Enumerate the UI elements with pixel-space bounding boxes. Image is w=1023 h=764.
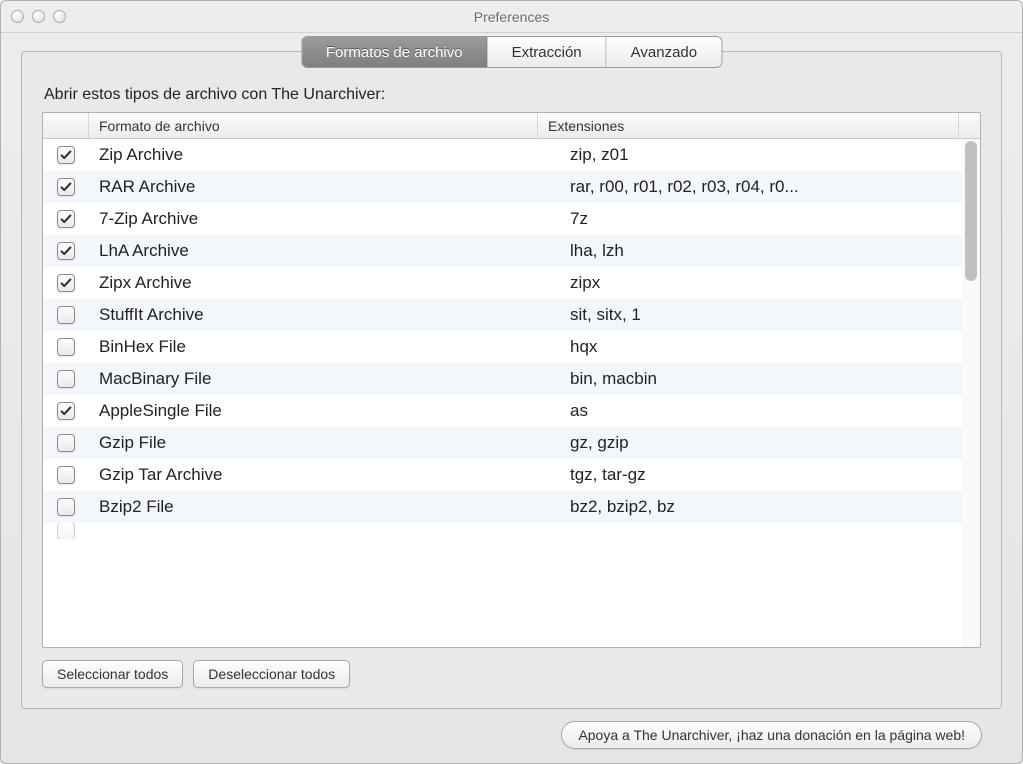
- deselect-all-button[interactable]: Deseleccionar todos: [193, 660, 350, 688]
- row-checkbox[interactable]: [57, 274, 75, 292]
- row-extensions: as: [560, 401, 980, 421]
- row-extensions: bin, macbin: [560, 369, 980, 389]
- row-checkbox-cell: [43, 146, 89, 164]
- row-checkbox[interactable]: [57, 242, 75, 260]
- row-extensions: gz, gzip: [560, 433, 980, 453]
- table-row[interactable]: StuffIt Archivesit, sitx, 1: [43, 299, 980, 331]
- table-row[interactable]: MacBinary Filebin, macbin: [43, 363, 980, 395]
- row-format-name: Bzip2 File: [89, 497, 560, 517]
- row-checkbox[interactable]: [57, 498, 75, 516]
- row-checkbox-cell: [43, 338, 89, 356]
- table-body: Zip Archivezip, z01RAR Archiverar, r00, …: [43, 139, 980, 647]
- table-header: Formato de archivo Extensiones: [43, 113, 980, 139]
- row-format-name: StuffIt Archive: [89, 305, 560, 325]
- row-extensions: sit, sitx, 1: [560, 305, 980, 325]
- tab-advanced[interactable]: Avanzado: [607, 37, 721, 67]
- row-checkbox-cell: [43, 370, 89, 388]
- select-all-button[interactable]: Seleccionar todos: [42, 660, 183, 688]
- row-format-name: Gzip File: [89, 433, 560, 453]
- row-checkbox-cell: [43, 274, 89, 292]
- tab-file-formats[interactable]: Formatos de archivo: [302, 37, 488, 67]
- row-extensions: bz2, bzip2, bz: [560, 497, 980, 517]
- row-checkbox-cell: [43, 498, 89, 516]
- row-checkbox-cell: [43, 402, 89, 420]
- scrollbar-thumb[interactable]: [965, 141, 977, 281]
- row-format-name: AppleSingle File: [89, 401, 560, 421]
- row-format-name: MacBinary File: [89, 369, 560, 389]
- row-extensions: rar, r00, r01, r02, r03, r04, r0...: [560, 177, 980, 197]
- close-icon[interactable]: [11, 10, 24, 23]
- table-row[interactable]: BinHex Filehqx: [43, 331, 980, 363]
- row-format-name: LhA Archive: [89, 241, 560, 261]
- table-row[interactable]: Gzip Filegz, gzip: [43, 427, 980, 459]
- row-extensions: tgz, tar-gz: [560, 465, 980, 485]
- row-checkbox-cell: [43, 306, 89, 324]
- row-extensions: zipx: [560, 273, 980, 293]
- row-checkbox[interactable]: [57, 146, 75, 164]
- content-area: Formatos de archivo Extracción Avanzado …: [1, 33, 1022, 763]
- row-format-name: RAR Archive: [89, 177, 560, 197]
- section-label: Abrir estos tipos de archivo con The Una…: [44, 86, 981, 104]
- row-format-name: Zipx Archive: [89, 273, 560, 293]
- row-extensions: zip, z01: [560, 145, 980, 165]
- table-row[interactable]: Gzip Tar Archivetgz, tar-gz: [43, 459, 980, 491]
- table-row[interactable]: 7-Zip Archive7z: [43, 203, 980, 235]
- col-header-format[interactable]: Formato de archivo: [89, 113, 538, 138]
- donate-button[interactable]: Apoya a The Unarchiver, ¡haz una donació…: [561, 721, 982, 749]
- table-row[interactable]: RAR Archiverar, r00, r01, r02, r03, r04,…: [43, 171, 980, 203]
- preferences-window: Preferences Formatos de archivo Extracci…: [0, 0, 1023, 764]
- main-panel: Formatos de archivo Extracción Avanzado …: [21, 51, 1002, 709]
- tab-bar: Formatos de archivo Extracción Avanzado: [301, 36, 722, 68]
- window-controls: [11, 10, 66, 23]
- row-format-name: 7-Zip Archive: [89, 209, 560, 229]
- col-header-extensions[interactable]: Extensiones: [538, 113, 958, 138]
- col-header-scroll: [958, 113, 980, 138]
- table-row[interactable]: [43, 523, 980, 539]
- row-extensions: 7z: [560, 209, 980, 229]
- formats-table: Formato de archivo Extensiones Zip Archi…: [42, 112, 981, 648]
- row-checkbox[interactable]: [57, 306, 75, 324]
- scrollbar-track[interactable]: [962, 139, 980, 647]
- row-checkbox[interactable]: [57, 178, 75, 196]
- table-row[interactable]: LhA Archivelha, lzh: [43, 235, 980, 267]
- window-title: Preferences: [1, 9, 1022, 25]
- row-checkbox-cell: [43, 178, 89, 196]
- row-extensions: hqx: [560, 337, 980, 357]
- row-format-name: Zip Archive: [89, 145, 560, 165]
- row-checkbox-cell: [43, 210, 89, 228]
- row-format-name: Gzip Tar Archive: [89, 465, 560, 485]
- row-checkbox[interactable]: [57, 523, 75, 539]
- table-row[interactable]: Zip Archivezip, z01: [43, 139, 980, 171]
- row-checkbox-cell: [43, 434, 89, 452]
- row-checkbox[interactable]: [57, 434, 75, 452]
- table-row[interactable]: Zipx Archivezipx: [43, 267, 980, 299]
- row-checkbox[interactable]: [57, 210, 75, 228]
- row-checkbox[interactable]: [57, 370, 75, 388]
- col-header-checkbox[interactable]: [43, 113, 89, 138]
- row-extensions: lha, lzh: [560, 241, 980, 261]
- titlebar: Preferences: [1, 1, 1022, 33]
- row-checkbox[interactable]: [57, 402, 75, 420]
- row-checkbox[interactable]: [57, 466, 75, 484]
- row-format-name: BinHex File: [89, 337, 560, 357]
- row-checkbox-cell: [43, 466, 89, 484]
- footer: Apoya a The Unarchiver, ¡haz una donació…: [21, 709, 1002, 749]
- tab-extraction[interactable]: Extracción: [488, 37, 607, 67]
- zoom-icon[interactable]: [53, 10, 66, 23]
- table-row[interactable]: AppleSingle Fileas: [43, 395, 980, 427]
- minimize-icon[interactable]: [32, 10, 45, 23]
- row-checkbox[interactable]: [57, 338, 75, 356]
- table-row[interactable]: Bzip2 Filebz2, bzip2, bz: [43, 491, 980, 523]
- row-checkbox-cell: [43, 242, 89, 260]
- button-row: Seleccionar todos Deseleccionar todos: [42, 660, 981, 688]
